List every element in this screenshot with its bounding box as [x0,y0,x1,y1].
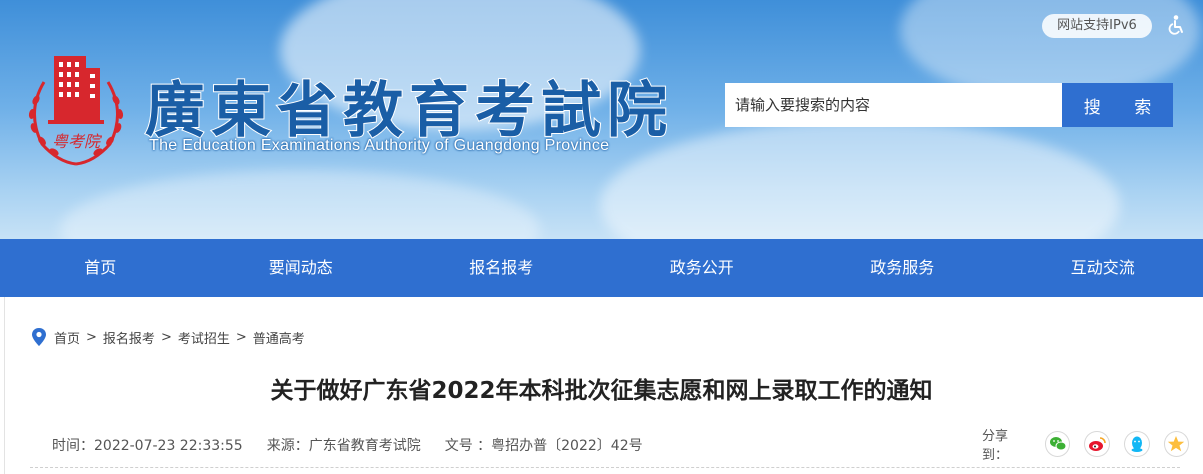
qzone-icon[interactable] [1163,431,1190,457]
breadcrumb-registration[interactable]: 报名报考 [103,328,155,347]
article-panel: 首页 > 报名报考 > 考试招生 > 普通高考 关于做好广东省2022年本科批次… [0,297,1203,474]
breadcrumb-separator: > [160,329,172,345]
site-logo[interactable]: 粤考院 [22,52,130,167]
location-pin-icon [32,328,46,346]
nav-item-services[interactable]: 政务服务 [802,239,1003,297]
breadcrumb-gaokao[interactable]: 普通高考 [253,328,305,347]
document-number: 文号 ：粤招办普〔2022〕42号 [444,438,643,454]
nav-item-news[interactable]: 要闻动态 [201,239,402,297]
breadcrumb-separator: > [86,329,97,345]
cloud-decoration [600,120,1120,239]
breadcrumb: 首页 > 报名报考 > 考试招生 > 普通高考 [30,327,305,347]
article-title: 关于做好广东省2022年本科批次征集志愿和网上录取工作的通知 [270,378,933,404]
nav-item-registration[interactable]: 报名报考 [401,239,602,297]
site-title-english: The Education Examinations Authority of … [149,137,610,154]
share-bar: 分享到： [982,425,1203,463]
svg-text:粤考院: 粤考院 [52,132,103,151]
search-button[interactable]: 搜 索 [1062,83,1173,127]
wechat-icon[interactable] [1044,431,1071,457]
weibo-icon[interactable] [1084,431,1110,457]
breadcrumb-separator: > [235,329,247,345]
search-input[interactable] [725,83,1062,127]
wheelchair-icon[interactable] [1164,14,1188,38]
breadcrumb-exam-enrollment[interactable]: 考试招生 [178,328,230,347]
cloud-decoration [60,170,540,239]
breadcrumb-home[interactable]: 首页 [54,328,80,347]
divider [30,467,1180,468]
article-meta: 时间：2022-07-23 22:33:55 来源：广东省教育考试院 文号 ：粤… [52,435,667,455]
site-title-chinese: 廣東省教育考試院 [144,75,673,147]
main-nav: 首页 要闻动态 报名报考 政务公开 政务服务 互动交流 [0,239,1203,297]
ipv6-badge[interactable]: 网站支持IPv6 [1042,14,1152,38]
site-header: 粤考院 廣東省教育考試院 The Education Examinations … [0,0,1203,239]
qq-icon[interactable] [1123,431,1150,457]
article-source: 来源：广东省教育考试院 [266,438,421,454]
share-label: 分享到： [982,429,1009,463]
publish-time: 时间：2022-07-23 22:33:55 [52,438,243,454]
nav-item-interaction[interactable]: 互动交流 [1003,239,1203,297]
nav-item-home[interactable]: 首页 [0,239,201,297]
nav-item-public-affairs[interactable]: 政务公开 [602,239,803,297]
